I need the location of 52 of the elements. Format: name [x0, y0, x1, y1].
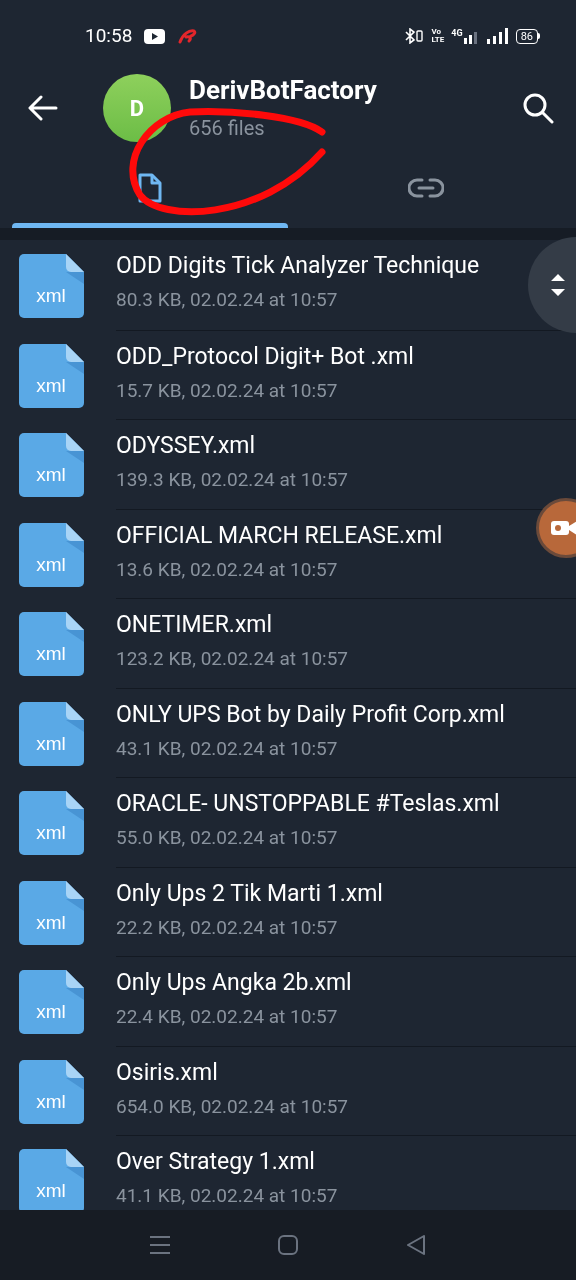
xml-file-icon: xml [19, 701, 84, 766]
search-icon[interactable] [522, 92, 554, 124]
file-details: 41.1 KB, 02.02.24 at 10:57 [116, 1183, 338, 1209]
carrier-icon [177, 28, 198, 44]
file-details: 55.0 KB, 02.02.24 at 10:57 [116, 825, 338, 851]
file-name[interactable]: ODD Digits Tick Analyzer Technique [116, 251, 480, 281]
xml-file-icon: xml [19, 1059, 84, 1124]
file-name[interactable]: OFFICIAL MARCH RELEASE.xml [116, 520, 443, 551]
xml-file-icon: xml [19, 880, 84, 945]
file-name[interactable]: ONLY UPS Bot by Daily Profit Corp.xml [116, 699, 505, 730]
file-details: 22.2 KB, 02.02.24 at 10:57 [116, 914, 338, 941]
xml-file-icon: xml [19, 343, 84, 408]
clock: 10:58 [85, 22, 133, 49]
home-icon[interactable] [278, 1235, 298, 1255]
xml-file-icon: xml [19, 612, 84, 676]
file-details: 43.1 KB, 02.02.24 at 10:57 [116, 735, 338, 762]
file-name[interactable]: Only Ups 2 Tik Marti 1.xml [116, 878, 383, 909]
menu-icon[interactable] [150, 1235, 170, 1255]
xml-file-icon: xml [19, 433, 84, 497]
file-name[interactable]: ODYSSEY.xml [116, 431, 256, 461]
file-name[interactable]: ORACLE- UNSTOPPABLE #Teslas.xml [116, 789, 500, 819]
network-label: 4G [451, 28, 463, 38]
file-details: 15.7 KB, 02.02.24 at 10:57 [116, 377, 338, 404]
file-name[interactable]: ODD_Protocol Digit+ Bot .xml [116, 341, 414, 372]
xml-file-icon: xml [19, 1149, 84, 1210]
file-name[interactable]: Only Ups Angka 2b.xml [116, 968, 352, 998]
xml-file-icon: xml [19, 522, 84, 587]
signal-icon [486, 28, 509, 44]
file-details: 22.4 KB, 02.02.24 at 10:57 [116, 1004, 338, 1030]
battery-indicator: 86 [515, 28, 538, 44]
bluetooth-icon [404, 28, 425, 44]
xml-file-icon: xml [19, 254, 84, 318]
file-name[interactable]: Over Strategy 1.xml [116, 1147, 315, 1177]
play-icon [144, 28, 166, 44]
back-icon[interactable] [406, 1235, 426, 1255]
video-camera-icon [551, 519, 576, 537]
file-details: 13.6 KB, 02.02.24 at 10:57 [116, 556, 338, 583]
sort-arrows-icon [550, 272, 566, 298]
file-details: 80.3 KB, 02.02.24 at 10:57 [116, 287, 338, 313]
file-details: 123.2 KB, 02.02.24 at 10:57 [116, 646, 349, 672]
link-icon [408, 176, 444, 199]
channel-title: DerivBotFactory [189, 76, 377, 104]
xml-file-icon: xml [19, 970, 84, 1034]
back-arrow-icon[interactable] [28, 95, 58, 121]
xml-file-icon: xml [19, 791, 84, 855]
volte-label: Vo LTE [431, 28, 445, 44]
file-count: 656 files [189, 116, 265, 140]
avatar: D [103, 74, 171, 142]
file-details: 654.0 KB, 02.02.24 at 10:57 [116, 1093, 349, 1120]
file-name[interactable]: ONETIMER.xml [116, 610, 273, 640]
file-details: 139.3 KB, 02.02.24 at 10:57 [116, 467, 349, 493]
file-name[interactable]: Osiris.xml [116, 1057, 218, 1088]
